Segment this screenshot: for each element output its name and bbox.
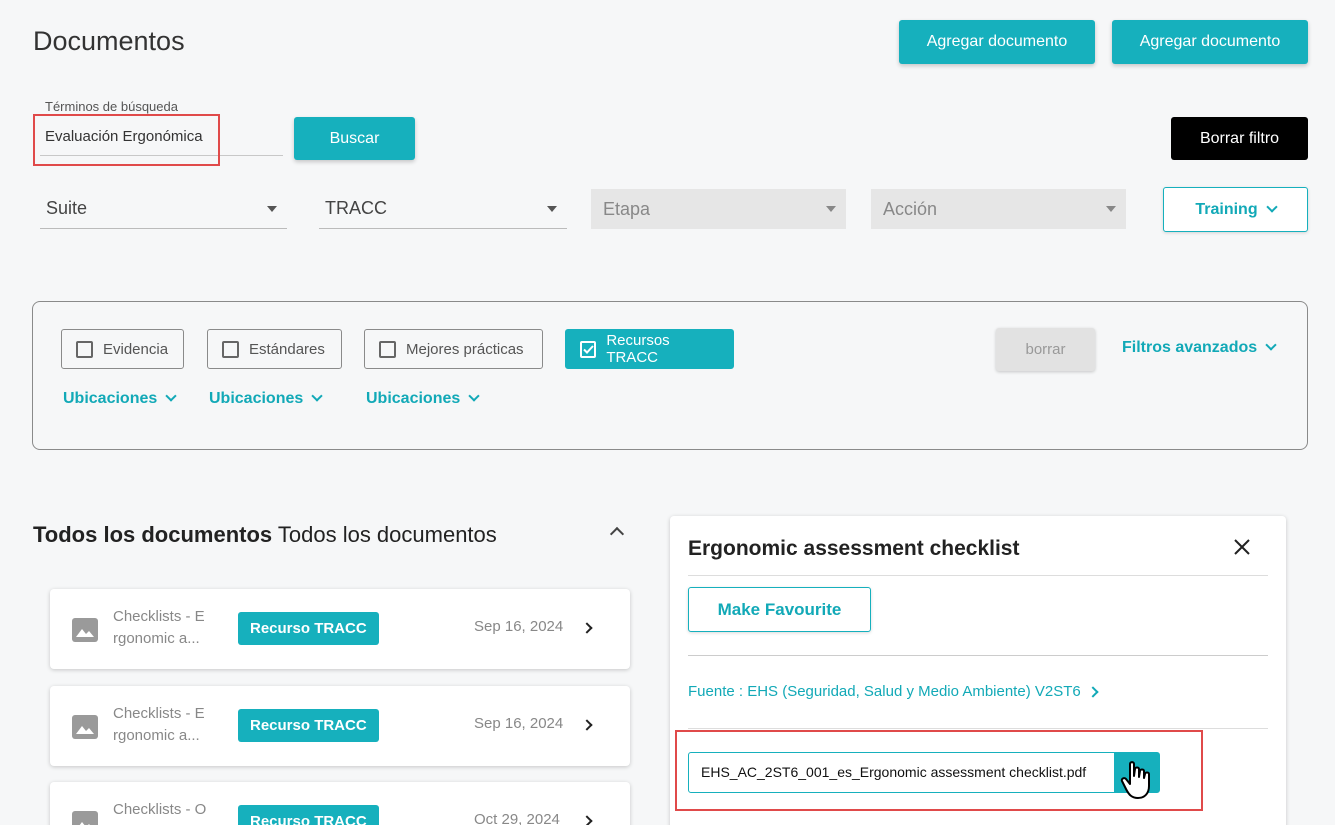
chevron-down-icon <box>311 390 323 402</box>
add-document-button-2[interactable]: Agregar documento <box>1112 20 1308 64</box>
search-button[interactable]: Buscar <box>294 117 415 160</box>
section-title-bold: Todos los documentos <box>33 522 273 547</box>
divider <box>688 655 1268 656</box>
accion-select-value: Acción <box>883 198 938 219</box>
checkbox-icon <box>222 340 239 358</box>
clear-filters-button[interactable]: borrar <box>996 328 1095 371</box>
caret-down-icon <box>547 205 557 212</box>
etapa-select-value: Etapa <box>603 198 651 219</box>
document-date: Oct 29, 2024 <box>474 811 560 825</box>
type-badge: Recurso TRACC <box>238 612 379 645</box>
image-icon <box>72 811 98 825</box>
type-badge: Recurso TRACC <box>238 805 379 825</box>
documents-section-title: Todos los documentos Todos los documento… <box>33 522 497 548</box>
locations-label: Ubicaciones <box>209 390 304 407</box>
caret-down-icon <box>1106 206 1116 212</box>
document-name: Checklists - O <box>113 801 207 818</box>
training-label: Training <box>1195 200 1258 218</box>
checkbox-icon <box>379 340 396 358</box>
tracc-select[interactable]: TRACC <box>319 189 567 229</box>
add-document-button[interactable]: Agregar documento <box>899 20 1095 64</box>
locations-label: Ubicaciones <box>63 390 158 407</box>
locations-dropdown-2[interactable]: Ubicaciones <box>209 390 323 408</box>
accion-select: Acción <box>871 189 1126 229</box>
source-link-text: Fuente : EHS (Seguridad, Salud y Medio A… <box>688 683 1081 700</box>
chevron-right-icon[interactable] <box>581 622 593 634</box>
image-icon <box>72 618 98 642</box>
close-icon[interactable] <box>1232 537 1252 557</box>
filter-chip-estandares[interactable]: Estándares <box>207 329 342 369</box>
chevron-down-icon <box>468 390 480 402</box>
advanced-filters-label: Filtros avanzados <box>1122 339 1258 356</box>
chip-label: Evidencia <box>103 340 169 358</box>
training-dropdown[interactable]: Training <box>1163 187 1308 232</box>
filter-chip-mejores-practicas[interactable]: Mejores prácticas <box>364 329 543 369</box>
advanced-filters-toggle[interactable]: Filtros avanzados <box>1122 339 1277 357</box>
type-badge: Recurso TRACC <box>238 709 379 742</box>
file-highlight-box <box>675 730 1203 811</box>
locations-label: Ubicaciones <box>366 390 461 407</box>
clear-filter-button[interactable]: Borrar filtro <box>1171 117 1308 160</box>
document-row[interactable]: Checklists - O Recurso TRACC Oct 29, 202… <box>50 782 630 825</box>
chip-label: Recursos TRACC <box>606 332 670 366</box>
checkbox-icon <box>76 340 93 358</box>
document-date: Sep 16, 2024 <box>474 715 564 732</box>
chip-label: Estándares <box>249 340 325 358</box>
collapse-chevron-up-icon[interactable] <box>609 526 625 542</box>
document-name: Checklists - E rgonomic a... <box>113 705 205 744</box>
source-link[interactable]: Fuente : EHS (Seguridad, Salud y Medio A… <box>688 683 1099 700</box>
chip-label: Mejores prácticas <box>406 340 524 358</box>
caret-down-icon <box>826 206 836 212</box>
chevron-down-icon <box>1265 339 1277 351</box>
filter-chip-recursos-tracc[interactable]: Recursos TRACC <box>565 329 734 369</box>
etapa-select: Etapa <box>591 189 846 229</box>
chevron-down-icon <box>165 390 177 402</box>
chevron-down-icon <box>1265 200 1278 213</box>
document-row[interactable]: Checklists - E rgonomic a... Recurso TRA… <box>50 686 630 766</box>
caret-down-icon <box>267 205 277 212</box>
locations-dropdown-1[interactable]: Ubicaciones <box>63 390 177 408</box>
filter-chip-evidencia[interactable]: Evidencia <box>61 329 184 369</box>
divider <box>688 728 1268 729</box>
document-row[interactable]: Checklists - E rgonomic a... Recurso TRA… <box>50 589 630 669</box>
search-highlight-box <box>33 114 220 166</box>
tracc-select-value: TRACC <box>325 198 387 218</box>
chevron-right-icon <box>1087 685 1099 698</box>
divider <box>688 575 1268 576</box>
page-title: Documentos <box>33 26 185 56</box>
document-date: Sep 16, 2024 <box>474 618 564 635</box>
checkbox-checked-icon <box>580 340 597 358</box>
chevron-right-icon[interactable] <box>581 719 593 731</box>
search-label: Términos de búsqueda <box>45 99 178 114</box>
locations-dropdown-3[interactable]: Ubicaciones <box>366 390 480 408</box>
suite-select-value: Suite <box>46 198 88 218</box>
document-name: Checklists - E rgonomic a... <box>113 608 205 647</box>
make-favourite-button[interactable]: Make Favourite <box>688 587 871 632</box>
detail-title: Ergonomic assessment checklist <box>688 537 1020 560</box>
section-title-normal: Todos los documentos <box>277 522 497 547</box>
image-icon <box>72 715 98 739</box>
chevron-right-icon[interactable] <box>581 815 593 825</box>
suite-select[interactable]: Suite <box>40 189 287 229</box>
filter-panel <box>32 301 1308 450</box>
